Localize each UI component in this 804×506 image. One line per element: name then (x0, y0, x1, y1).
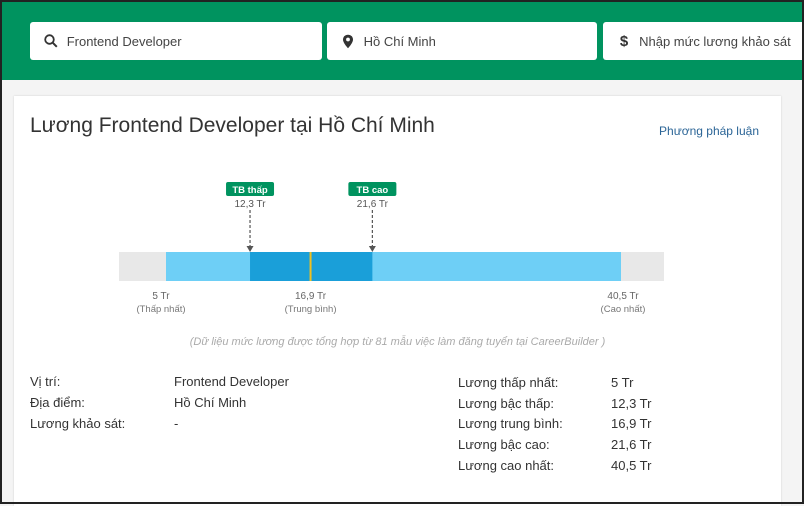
detail-min-salary-label: Lương thấp nhất: (458, 375, 559, 390)
location-input[interactable] (363, 33, 597, 49)
detail-location-label: Địa điểm: (30, 395, 85, 410)
chart-range-bar (166, 252, 621, 281)
job-input[interactable] (66, 33, 322, 49)
detail-survey-salary-value: - (174, 416, 179, 431)
salary-input[interactable] (639, 33, 802, 49)
chart-median-caption: (Trung bình) (285, 304, 337, 315)
detail-low-salary-label: Lương bậc thấp: (458, 396, 555, 411)
chart-median-label: 16,9 Tr (295, 291, 327, 302)
data-source-note: (Dữ liệu mức lương được tổng hợp từ 81 m… (189, 336, 606, 348)
detail-survey-salary-label: Lương khảo sát: (30, 416, 126, 431)
detail-avg-salary-label: Lương trung bình: (458, 416, 563, 431)
detail-position-value: Frontend Developer (174, 374, 289, 389)
chart-low-value-label: 12,3 Tr (234, 199, 266, 210)
location-pin-icon (341, 33, 356, 49)
detail-position-label: Vị trí: (30, 374, 61, 389)
detail-location-value: Hồ Chí Minh (174, 395, 247, 410)
chart-high-badge-text: TB cao (357, 185, 389, 196)
chart-min-caption: (Thấp nhất) (136, 304, 185, 315)
chart-low-marker-arrow (246, 246, 254, 252)
detail-high-salary-label: Lương bậc cao: (458, 437, 550, 452)
search-icon (44, 33, 59, 49)
chart-low-badge-text: TB thấp (232, 185, 268, 196)
detail-high-salary-value: 21,6 Tr (611, 437, 652, 452)
detail-low-salary-value: 12,3 Tr (611, 396, 652, 411)
detail-max-salary-label: Lương cao nhất: (458, 458, 555, 473)
dollar-icon: $ (619, 32, 629, 50)
chart-high-marker-arrow (368, 246, 376, 252)
search-bar: $ (2, 2, 802, 80)
detail-max-salary-value: 40,5 Tr (611, 458, 652, 473)
job-search-field[interactable] (30, 22, 322, 60)
detail-min-salary-value: 5 Tr (611, 375, 634, 390)
chart-min-label: 5 Tr (152, 291, 170, 302)
location-field[interactable] (327, 22, 597, 60)
salary-card: Lương Frontend Developer tại Hồ Chí Minh… (14, 96, 781, 506)
salary-field[interactable]: $ (603, 22, 802, 60)
chart-max-caption: (Cao nhất) (601, 304, 646, 315)
detail-avg-salary-value: 16,9 Tr (611, 416, 652, 431)
salary-range-chart: TB thấp 12,3 Tr TB cao 21,6 Tr 5 Tr (Thấ… (119, 182, 664, 315)
chart-max-label: 40,5 Tr (607, 291, 639, 302)
chart-high-value-label: 21,6 Tr (357, 199, 389, 210)
